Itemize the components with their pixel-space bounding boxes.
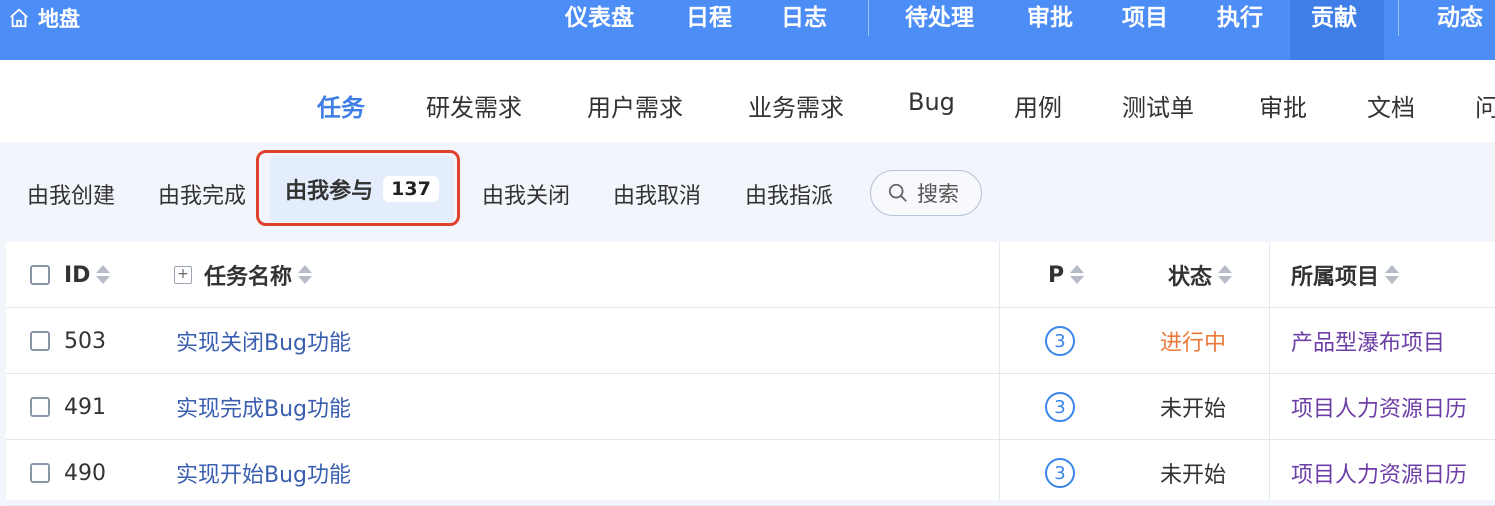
filter-created-by-me[interactable]: 由我创建	[27, 178, 115, 210]
tab-dev-requirement[interactable]: 研发需求	[426, 88, 522, 123]
search-label: 搜索	[917, 182, 959, 206]
header-status[interactable]: 状态	[1168, 242, 1233, 308]
cell-priority: 3	[1045, 440, 1075, 506]
task-id: 491	[64, 394, 106, 420]
priority-badge: 3	[1045, 458, 1075, 488]
select-all-checkbox[interactable]	[30, 265, 50, 285]
priority-badge: 3	[1045, 326, 1075, 356]
tab-testtask[interactable]: 测试单	[1122, 88, 1194, 123]
filter-closed-by-me[interactable]: 由我关闭	[482, 178, 570, 210]
filter-assigned-by-me[interactable]: 由我指派	[745, 178, 833, 210]
table-row: 490 实现开始Bug功能 3 未开始 项目人力资源日历	[6, 440, 1495, 506]
sort-icon[interactable]	[1070, 265, 1085, 285]
task-id: 503	[64, 328, 106, 354]
nav-log[interactable]: 日志	[781, 0, 827, 36]
search-button[interactable]: 搜索	[870, 170, 982, 216]
row-checkbox[interactable]	[30, 397, 50, 417]
nav-contribution[interactable]: 贡献	[1290, 0, 1384, 60]
header-id[interactable]: ID	[30, 242, 111, 308]
cell-id: 491	[30, 374, 106, 440]
top-navbar: 地盘 仪表盘 日程 日志 待处理 审批 项目 执行 贡献 动态	[0, 0, 1495, 60]
nav-divider	[868, 0, 869, 36]
nav-dashboard[interactable]: 仪表盘	[565, 0, 634, 36]
header-project-label: 所属项目	[1291, 265, 1380, 290]
header-id-label: ID	[64, 262, 91, 288]
nav-divider	[1398, 0, 1399, 36]
expand-all-icon[interactable]: +	[174, 266, 192, 284]
task-id: 490	[64, 460, 106, 486]
filter-canceled-by-me[interactable]: 由我取消	[613, 178, 701, 210]
nav-dynamic[interactable]: 动态	[1437, 0, 1483, 36]
tab-bug[interactable]: Bug	[908, 88, 955, 116]
nav-execution[interactable]: 执行	[1217, 0, 1263, 36]
tab-business-requirement[interactable]: 业务需求	[748, 88, 844, 123]
row-checkbox[interactable]	[30, 331, 50, 351]
sort-icon[interactable]	[1385, 265, 1400, 285]
table-row: 491 实现完成Bug功能 3 未开始 项目人力资源日历	[6, 374, 1495, 440]
table-header: ID + 任务名称 P 状态 所属项目	[6, 242, 1495, 308]
header-priority[interactable]: P	[1048, 242, 1085, 308]
cell-priority: 3	[1045, 308, 1075, 374]
header-status-label: 状态	[1168, 265, 1213, 290]
status-text: 未开始	[1160, 463, 1227, 488]
project-link[interactable]: 项目人力资源日历	[1291, 440, 1467, 506]
project-link[interactable]: 项目人力资源日历	[1291, 374, 1467, 440]
task-name-link[interactable]: 实现完成Bug功能	[176, 374, 351, 440]
project-link[interactable]: 产品型瀑布项目	[1291, 308, 1445, 374]
nav-approval[interactable]: 审批	[1027, 0, 1073, 36]
cell-id: 503	[30, 308, 106, 374]
module-tabs: 任务 研发需求 用户需求 业务需求 Bug 用例 测试单 审批 文档 问	[0, 60, 1495, 142]
status-text: 未开始	[1160, 397, 1227, 422]
search-icon	[888, 183, 907, 202]
task-name-link[interactable]: 实现开始Bug功能	[176, 440, 351, 506]
tab-approval[interactable]: 审批	[1259, 88, 1307, 123]
table-row: 503 实现关闭Bug功能 3 进行中 产品型瀑布项目	[6, 308, 1495, 374]
top-nav: 仪表盘 日程 日志 待处理 审批 项目 执行 贡献 动态	[0, 0, 1495, 60]
sort-icon[interactable]	[1218, 265, 1233, 285]
priority-badge: 3	[1045, 392, 1075, 422]
sort-icon[interactable]	[298, 265, 313, 285]
tab-issue[interactable]: 问	[1475, 88, 1495, 123]
task-name-link[interactable]: 实现关闭Bug功能	[176, 308, 351, 374]
filter-bar: 由我创建 由我完成 由我参与 137 由我关闭 由我取消 由我指派 搜索	[0, 142, 1495, 242]
highlight-box	[256, 150, 460, 226]
sort-icon[interactable]	[96, 265, 111, 285]
nav-todo[interactable]: 待处理	[905, 0, 974, 36]
tab-user-requirement[interactable]: 用户需求	[587, 88, 683, 123]
cell-id: 490	[30, 440, 106, 506]
cell-priority: 3	[1045, 374, 1075, 440]
nav-schedule[interactable]: 日程	[686, 0, 732, 36]
tab-doc[interactable]: 文档	[1367, 88, 1415, 123]
task-table: ID + 任务名称 P 状态 所属项目 503 实现关闭Bug功能 3 进行中 …	[6, 242, 1495, 506]
status-text: 进行中	[1160, 331, 1227, 356]
nav-project[interactable]: 项目	[1122, 0, 1168, 36]
row-checkbox[interactable]	[30, 463, 50, 483]
header-name-label: 任务名称	[204, 265, 293, 290]
header-name[interactable]: + 任务名称	[174, 242, 313, 308]
tab-testcase[interactable]: 用例	[1014, 88, 1062, 123]
tab-task[interactable]: 任务	[317, 88, 365, 123]
filter-finished-by-me[interactable]: 由我完成	[158, 178, 246, 210]
header-project[interactable]: 所属项目	[1291, 242, 1400, 308]
header-priority-label: P	[1048, 262, 1065, 288]
